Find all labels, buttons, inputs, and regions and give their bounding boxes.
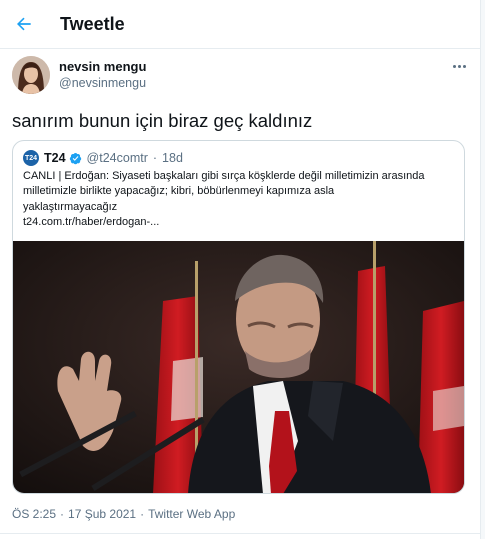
avatar[interactable] [12, 56, 50, 94]
tweet-source[interactable]: Twitter Web App [148, 507, 235, 521]
author-handle[interactable]: @nevsinmengu [59, 75, 146, 92]
quoted-text-line: milletimizle birlikte yapacağız; kibri, … [23, 185, 335, 198]
separator-dot: · [60, 507, 65, 521]
tweet-time[interactable]: ÖS 2:25 [12, 507, 56, 521]
tweet-date[interactable]: 17 Şub 2021 [68, 507, 136, 521]
more-dot-icon [457, 64, 461, 68]
quoted-author-handle: @t24comtr [86, 151, 148, 165]
quoted-tweet-photo[interactable] [13, 241, 464, 493]
quoted-tweet-age[interactable]: 18d [162, 151, 183, 165]
tweet-page: Tweetle nevsin mengu @nevsinmengu sanırı… [0, 0, 481, 539]
quoted-tweet-text: CANLI | Erdoğan: Siyaseti başkaları gibi… [23, 169, 455, 231]
page-title: Tweetle [60, 13, 125, 34]
tweet-author: nevsin mengu @nevsinmengu [12, 56, 146, 94]
verified-badge-icon [69, 152, 81, 164]
back-button[interactable] [12, 12, 36, 36]
more-options-button[interactable] [448, 58, 470, 74]
tweet-text: sanırım bunun için biraz geç kaldınız [12, 110, 313, 131]
quoted-tweet-header: T24 T24 @t24comtr · 18d [23, 149, 183, 167]
more-dot-icon [462, 64, 466, 68]
header: Tweetle [0, 0, 481, 49]
arrow-left-icon [17, 17, 31, 31]
author-display-name[interactable]: nevsin mengu [59, 59, 146, 75]
separator-dot: · [152, 151, 158, 165]
quoted-tweet-card[interactable]: T24 T24 @t24comtr · 18d CANLI | Erdoğan:… [12, 140, 465, 494]
quoted-tweet-link[interactable]: t24.com.tr/haber/erdogan-... [23, 215, 455, 230]
quoted-text-line: yaklaştırmayacağız [23, 200, 118, 213]
divider [0, 533, 481, 534]
author-names: nevsin mengu @nevsinmengu [59, 59, 146, 92]
t24-logo: T24 [23, 150, 39, 166]
page-edge [481, 0, 485, 539]
tweet-meta: ÖS 2:25 · 17 Şub 2021 · Twitter Web App [12, 507, 235, 521]
quoted-text-line: CANLI | Erdoğan: Siyaseti başkaları gibi… [23, 170, 425, 182]
quoted-author-name: T24 [44, 151, 66, 165]
more-dot-icon [452, 64, 456, 68]
separator-dot: · [140, 507, 145, 521]
